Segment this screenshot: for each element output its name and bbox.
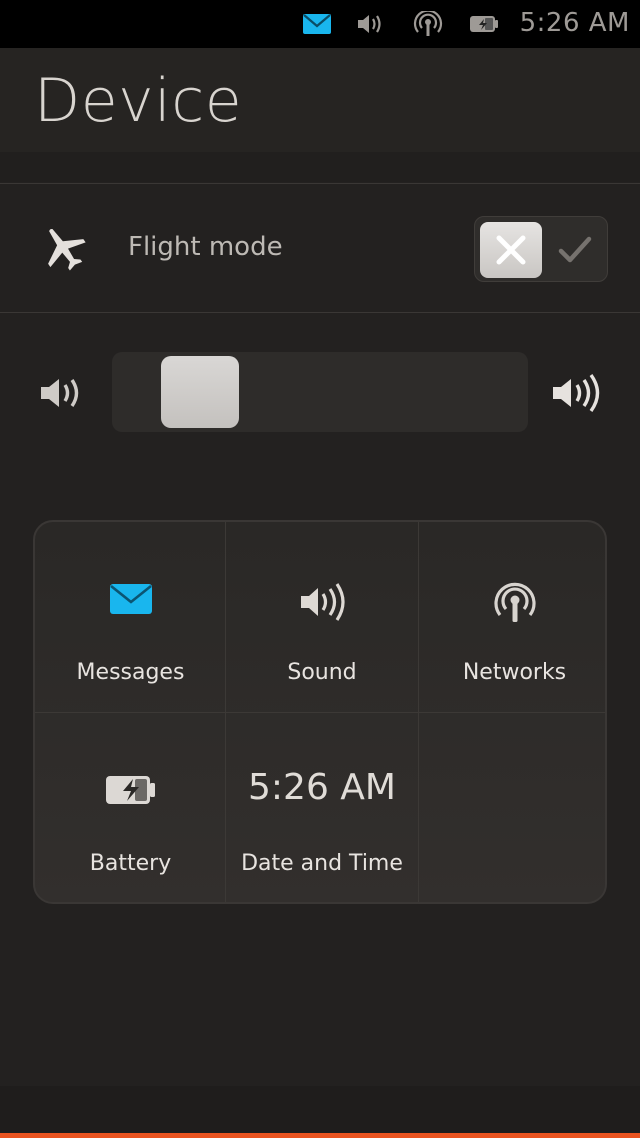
accent-bar — [0, 1133, 640, 1138]
flight-mode-row: Flight mode — [0, 184, 640, 312]
envelope-icon — [303, 14, 331, 34]
grid-item-label: Networks — [462, 660, 567, 685]
status-time: 5:26 AM — [519, 8, 630, 38]
speaker-icon — [358, 15, 381, 33]
speaker-icon — [301, 583, 345, 621]
envelope-icon — [109, 584, 152, 614]
header: Device — [0, 48, 640, 152]
toggle-thumb[interactable] — [480, 222, 542, 278]
grid-item-label: Battery — [89, 851, 172, 876]
grid-item-sound[interactable]: Sound — [226, 522, 418, 712]
flight-mode-label: Flight mode — [128, 232, 283, 262]
airplane-icon — [48, 228, 86, 271]
flight-mode-toggle[interactable] — [474, 216, 608, 282]
page-title: Device — [34, 66, 243, 136]
volume-high-icon[interactable] — [550, 372, 602, 414]
volume-slider[interactable] — [112, 352, 528, 432]
header-gap — [0, 152, 640, 182]
grid-item-networks[interactable]: Networks — [419, 522, 605, 712]
grid-item-label: Messages — [76, 660, 185, 685]
network-icon — [493, 582, 536, 622]
grid-item-label: Date and Time — [241, 851, 403, 876]
checkmark-icon — [558, 236, 592, 263]
close-icon — [496, 235, 526, 265]
settings-grid: Messages Sound Networks Battery 5:26 AM — [33, 520, 607, 904]
grid-item-date-and-time[interactable]: 5:26 AM Date and Time — [226, 713, 418, 902]
clock-value: 5:26 AM — [248, 767, 396, 808]
bottom-area — [0, 1086, 640, 1138]
grid-item-battery[interactable]: Battery — [35, 713, 226, 902]
volume-slider-thumb[interactable] — [161, 356, 240, 428]
battery-charging-icon — [470, 16, 498, 32]
battery-charging-icon — [105, 776, 155, 804]
grid-item-label: Sound — [287, 660, 357, 685]
status-bar: 5:26 AM — [0, 0, 640, 48]
network-icon — [413, 11, 443, 36]
grid-item-messages[interactable]: Messages — [35, 522, 226, 712]
volume-low-icon[interactable] — [38, 372, 88, 414]
volume-row — [0, 312, 640, 472]
